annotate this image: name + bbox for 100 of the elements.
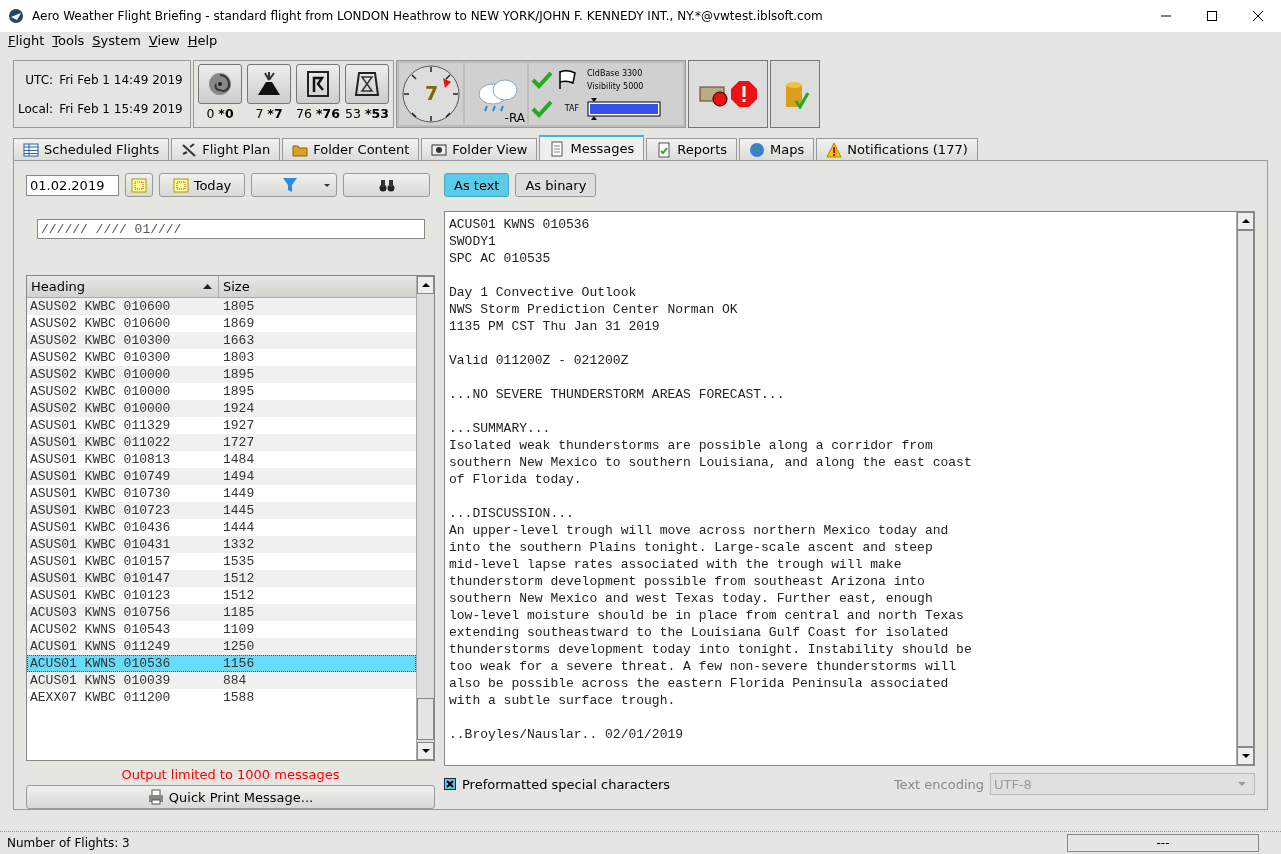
table-row[interactable]: ASUS02 KWBC 010300 1803: [27, 349, 416, 366]
table-row[interactable]: ACUS02 KWNS 010543 1109: [27, 621, 416, 638]
table-row[interactable]: ACUS03 KWNS 010756 1185: [27, 604, 416, 621]
tab[interactable]: Flight Plan: [171, 138, 281, 160]
table-row[interactable]: ASUS01 KWBC 010749 1494: [27, 468, 416, 485]
calendar-icon: [131, 177, 147, 193]
scroll-down-button[interactable]: [1237, 747, 1254, 765]
warning-icon: [826, 141, 843, 158]
scroll-thumb[interactable]: [1237, 230, 1254, 747]
table-cell-text: 1449: [222, 486, 255, 501]
document-icon: [549, 140, 566, 157]
heading-filter-field[interactable]: ////// //// 01////: [37, 219, 425, 239]
table-cell-text: 1895: [222, 367, 255, 382]
table-cell-text: ASUS02 KWBC 010300: [29, 350, 172, 365]
table-row[interactable]: ASUS01 KWBC 010157 1535: [27, 553, 416, 570]
table-cell-text: 1924: [222, 401, 255, 416]
message-paragraph: ...NO SEVERE THUNDERSTORM AREAS FORECAST...: [449, 386, 786, 403]
view-mode-button[interactable]: As binary: [515, 173, 597, 197]
scroll-thumb[interactable]: [417, 698, 434, 741]
message-paragraph: ...SUMMARY... Isolated weak thunderstorms are possible along a corridor from southern New Mexico to southern Louisiana, and along the east coast of Florida today.: [449, 420, 973, 488]
visibility: Visibility 5000: [587, 81, 645, 91]
table-row[interactable]: ASUS01 KWBC 010431 1332: [27, 536, 416, 553]
menu-item[interactable]: Flight: [4, 32, 49, 50]
scroll-up-button[interactable]: [1237, 212, 1254, 230]
globe-icon: [749, 141, 766, 158]
table-row[interactable]: ACUS01 KWNS 011249 1250: [27, 638, 416, 655]
scroll-up-button[interactable]: [417, 276, 434, 294]
check-icon: [531, 98, 553, 119]
table-row[interactable]: ASUS02 KWBC 010000 1895: [27, 366, 416, 383]
stop-sign-icon: [730, 80, 758, 108]
table-row[interactable]: ASUS02 KWBC 010000 1895: [27, 383, 416, 400]
table-row[interactable]: ACUS01 KWNS 010536 1156: [27, 655, 416, 672]
table-row[interactable]: ASUS01 KWBC 010436 1444: [27, 519, 416, 536]
table-row[interactable]: ASUS02 KWBC 010000 1924: [27, 400, 416, 417]
table-cell-text: 1512: [222, 571, 255, 586]
table-cell-text: 1663: [222, 333, 255, 348]
table-cell-text: ASUS02 KWBC 010000: [29, 401, 172, 416]
clock-time: Fri Feb 1 14:49 2019: [59, 72, 184, 87]
date-field[interactable]: 01.02.2019: [26, 174, 119, 196]
calendar-button[interactable]: [125, 173, 153, 197]
table-row[interactable]: ACUS01 KWNS 010039 884: [27, 672, 416, 689]
quick-print-button[interactable]: Quick Print Message...: [26, 785, 435, 809]
table-row[interactable]: ASUS01 KWBC 011329 1927: [27, 417, 416, 434]
volcano-icon: [255, 70, 283, 98]
caret-down-icon: [1241, 754, 1250, 758]
hazard-button[interactable]: [345, 64, 389, 104]
find-button[interactable]: [343, 173, 430, 197]
hazard-button[interactable]: [247, 64, 291, 104]
table-row[interactable]: ASUS01 KWBC 010147 1512: [27, 570, 416, 587]
maximize-icon: [1207, 11, 1217, 21]
binoculars-icon: [378, 177, 395, 193]
tab[interactable]: Folder Content: [282, 138, 420, 160]
tab[interactable]: Folder View: [421, 138, 538, 160]
table-row[interactable]: ASUS01 KWBC 011022 1727: [27, 434, 416, 451]
filter-button[interactable]: [251, 173, 337, 197]
table-row[interactable]: ASUS01 KWBC 010723 1445: [27, 502, 416, 519]
table-cell-text: 1805: [222, 299, 255, 314]
checkbox-label: Preformatted special characters: [462, 776, 671, 792]
cross-icon: [446, 780, 454, 788]
tab[interactable]: Scheduled Flights: [13, 138, 170, 160]
database-check-button[interactable]: [770, 60, 820, 128]
table-cell-text: ASUS01 KWBC 010723: [29, 503, 172, 518]
column-header[interactable]: Size: [219, 276, 416, 297]
tab[interactable]: Reports: [646, 138, 738, 160]
table-row[interactable]: ASUS02 KWBC 010300 1663: [27, 332, 416, 349]
scroll-down-button[interactable]: [417, 742, 434, 761]
column-header[interactable]: Heading: [27, 276, 219, 297]
table-cell-text: ASUS02 KWBC 010000: [29, 384, 172, 399]
table-cell-text: ASUS02 KWBC 010600: [29, 299, 172, 314]
table-row[interactable]: ASUS02 KWBC 010600 1805: [27, 298, 416, 315]
menu-item[interactable]: System: [88, 32, 145, 50]
table-row[interactable]: AEXX07 KWBC 011200 1588: [27, 689, 416, 706]
table-row[interactable]: ASUS02 KWBC 010600 1869: [27, 315, 416, 332]
table-cell-text: 1156: [222, 656, 255, 671]
tab[interactable]: Messages: [539, 135, 645, 160]
limit-warning: Output limited to 1000 messages: [120, 767, 341, 783]
checkbox[interactable]: [444, 778, 456, 790]
table-row[interactable]: ASUS01 KWBC 010730 1449: [27, 485, 416, 502]
table-cell-text: 1869: [222, 316, 255, 331]
menu-item[interactable]: Help: [183, 32, 222, 50]
table-cell-text: ASUS01 KWBC 010147: [29, 571, 172, 586]
check-icon: [531, 69, 553, 90]
table-cell-text: 1332: [222, 537, 255, 552]
alert-button[interactable]: [688, 60, 768, 128]
hazard-button[interactable]: [296, 64, 340, 104]
table-row[interactable]: ASUS01 KWBC 010813 1484: [27, 451, 416, 468]
tab[interactable]: Maps: [739, 138, 815, 160]
menu-item[interactable]: View: [144, 32, 184, 50]
hazard-button[interactable]: [198, 64, 242, 104]
tab[interactable]: Notifications (177): [816, 138, 978, 160]
message-paragraph: ..Broyles/Nauslar.. 02/01/2019: [449, 726, 685, 743]
table-row[interactable]: ASUS01 KWBC 010123 1512: [27, 587, 416, 604]
table-cell-text: ASUS01 KWBC 010749: [29, 469, 172, 484]
close-icon: [1253, 11, 1263, 21]
view-mode-button[interactable]: As text: [444, 173, 510, 197]
checked-document-icon: [656, 141, 673, 158]
today-button[interactable]: Today: [159, 173, 245, 197]
menu-item[interactable]: Tools: [48, 32, 89, 50]
table-cell-text: ACUS03 KWNS 010756: [29, 605, 172, 620]
message-paragraph: ...DISCUSSION... An upper-level trough will move across northern Mexico today and into the southern Plains tonight. Large-scale ascent and steep mid-level lapse rates associated with the trough will make thunderstorm development possible from southeast Arizona into southern New Mexico and west Texas today. Further east, enough low-level moisture should be in place from central and north Texas extending southeastward to the Louisiana Gulf Coast for isolated thunderstorms development today into tonight. Instability should be too weak for a severe threat. A few non-severe thunderstorms will also be possible across the eastern Florida Peninsula associated with a subtle surface trough.: [449, 505, 973, 709]
